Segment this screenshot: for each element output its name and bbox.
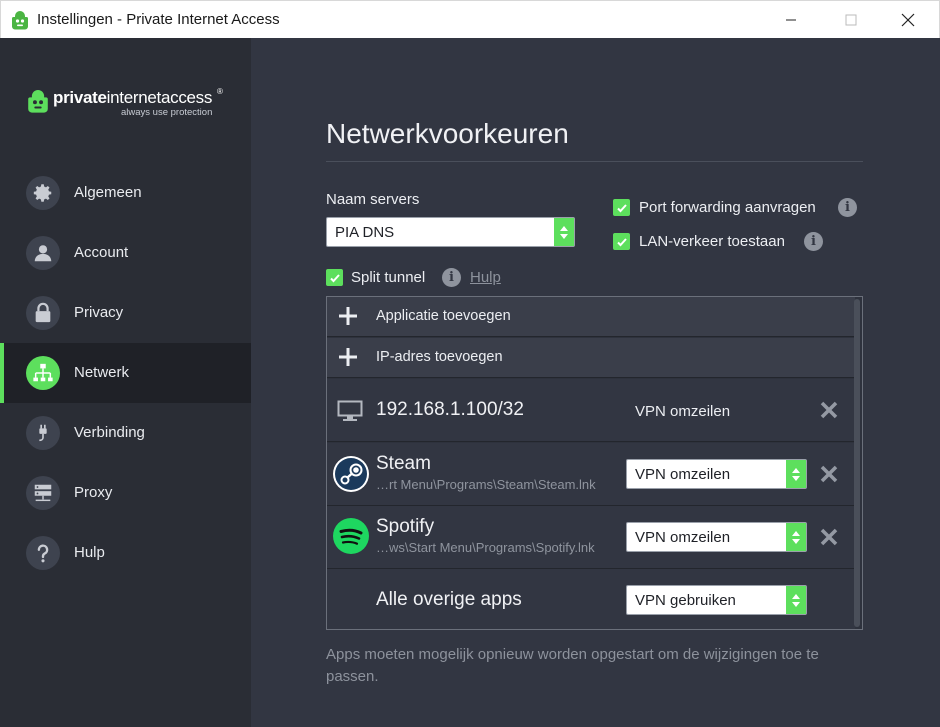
spinner-arrows-icon bbox=[786, 523, 806, 551]
spinner-arrows-icon bbox=[786, 460, 806, 488]
dns-servers-label: Naam servers bbox=[326, 191, 420, 208]
sidebar-item-label: Netwerk bbox=[74, 364, 130, 381]
server-icon bbox=[26, 476, 60, 510]
app-path: …rt Menu\Programs\Steam\Steam.lnk bbox=[376, 477, 596, 492]
remove-icon[interactable] bbox=[818, 399, 840, 421]
list-item-steam: Steam …rt Menu\Programs\Steam\Steam.lnk … bbox=[327, 443, 855, 506]
pia-app-icon bbox=[12, 11, 28, 30]
sidebar-item-label: Verbinding bbox=[74, 424, 145, 441]
maximize-button[interactable] bbox=[828, 1, 874, 39]
ip-route-mode: VPN omzeilen bbox=[635, 403, 731, 420]
sidebar-item-label: Hulp bbox=[74, 544, 105, 561]
title-divider bbox=[326, 161, 863, 162]
info-icon[interactable]: i bbox=[442, 268, 461, 287]
ip-address: 192.168.1.100/32 bbox=[376, 399, 524, 420]
spinner-arrows-icon bbox=[786, 586, 806, 614]
split-tunnel-list: Applicatie toevoegen IP-adres toevoegen … bbox=[326, 296, 863, 630]
sidebar-item-account[interactable]: Account bbox=[0, 223, 251, 283]
window-title: Instellingen - Private Internet Access bbox=[37, 11, 280, 28]
add-ip-label: IP-adres toevoegen bbox=[376, 349, 503, 365]
sidebar-item-hulp[interactable]: Hulp bbox=[0, 523, 251, 583]
brand-name-bold: private bbox=[53, 88, 107, 107]
plus-icon bbox=[339, 307, 357, 325]
spinner-arrows-icon bbox=[554, 218, 574, 246]
remove-icon[interactable] bbox=[818, 526, 840, 548]
remove-icon[interactable] bbox=[818, 463, 840, 485]
sidebar-item-label: Account bbox=[74, 244, 129, 261]
info-icon[interactable]: i bbox=[838, 198, 857, 217]
route-mode-value: VPN omzeilen bbox=[635, 529, 731, 546]
network-icon bbox=[26, 356, 60, 390]
brand-registered-mark: ® bbox=[217, 87, 223, 96]
gear-icon bbox=[26, 176, 60, 210]
lan-traffic-label: LAN-verkeer toestaan bbox=[639, 233, 785, 250]
add-application-button[interactable]: Applicatie toevoegen bbox=[327, 297, 855, 337]
sidebar: privateinternetaccess ® always use prote… bbox=[0, 38, 251, 727]
list-item-other-apps: Alle overige apps VPN gebruiken bbox=[327, 569, 855, 629]
close-button[interactable] bbox=[885, 1, 931, 39]
sidebar-item-label: Algemeen bbox=[74, 184, 142, 201]
help-link[interactable]: Hulp bbox=[470, 269, 501, 286]
route-mode-value: VPN gebruiken bbox=[635, 592, 736, 609]
list-item-spotify: Spotify …ws\Start Menu\Programs\Spotify.… bbox=[327, 506, 855, 569]
main-panel: Netwerkvoorkeuren Naam servers PIA DNS P… bbox=[251, 38, 940, 727]
dns-server-value: PIA DNS bbox=[335, 224, 395, 241]
question-icon bbox=[26, 536, 60, 570]
port-forwarding-label: Port forwarding aanvragen bbox=[639, 199, 816, 216]
split-tunnel-checkbox[interactable] bbox=[326, 269, 343, 286]
sidebar-item-privacy[interactable]: Privacy bbox=[0, 283, 251, 343]
split-tunnel-label: Split tunnel bbox=[351, 269, 426, 286]
brand-logo: privateinternetaccess ® always use prote… bbox=[27, 86, 227, 120]
add-application-label: Applicatie toevoegen bbox=[376, 308, 511, 324]
app-name: Spotify bbox=[376, 516, 435, 537]
spotify-icon bbox=[333, 518, 369, 554]
route-mode-value: VPN omzeilen bbox=[635, 466, 731, 483]
restart-apps-note: Apps moeten mogelijk opnieuw worden opge… bbox=[326, 646, 819, 685]
app-name: Steam bbox=[376, 453, 431, 474]
checkmark-icon bbox=[616, 237, 627, 246]
sidebar-item-netwerk[interactable]: Netwerk bbox=[0, 343, 251, 403]
info-icon[interactable]: i bbox=[804, 232, 823, 251]
maximize-icon bbox=[845, 14, 857, 26]
plus-icon bbox=[339, 348, 357, 366]
close-icon bbox=[901, 13, 915, 27]
sidebar-item-label: Proxy bbox=[74, 484, 113, 501]
other-apps-route-select[interactable]: VPN gebruiken bbox=[626, 585, 807, 615]
sidebar-item-algemeen[interactable]: Algemeen bbox=[0, 163, 251, 223]
monitor-icon bbox=[337, 400, 363, 421]
port-forwarding-checkbox[interactable] bbox=[613, 199, 630, 216]
other-apps-label: Alle overige apps bbox=[376, 589, 522, 610]
pia-logo-icon bbox=[28, 90, 48, 113]
app-path: …ws\Start Menu\Programs\Spotify.lnk bbox=[376, 540, 595, 555]
page-title: Netwerkvoorkeuren bbox=[326, 118, 569, 149]
brand-name-thin: internetaccess bbox=[106, 88, 213, 107]
lock-icon bbox=[26, 296, 60, 330]
sidebar-item-label: Privacy bbox=[74, 304, 124, 321]
steam-icon bbox=[333, 456, 369, 492]
checkmark-icon bbox=[616, 203, 627, 212]
spotify-route-select[interactable]: VPN omzeilen bbox=[626, 522, 807, 552]
sidebar-item-verbinding[interactable]: Verbinding bbox=[0, 403, 251, 463]
list-item-ip: 192.168.1.100/32 VPN omzeilen bbox=[327, 379, 855, 442]
minimize-icon bbox=[786, 19, 796, 21]
lan-traffic-checkbox[interactable] bbox=[613, 233, 630, 250]
title-bar: Instellingen - Private Internet Access bbox=[0, 0, 940, 38]
checkmark-icon bbox=[329, 273, 340, 282]
brand-tagline: always use protection bbox=[121, 107, 213, 118]
sidebar-item-proxy[interactable]: Proxy bbox=[0, 463, 251, 523]
plug-icon bbox=[26, 416, 60, 450]
steam-route-select[interactable]: VPN omzeilen bbox=[626, 459, 807, 489]
add-ip-button[interactable]: IP-adres toevoegen bbox=[327, 338, 855, 378]
brand-name: privateinternetaccess bbox=[53, 88, 212, 108]
user-icon bbox=[26, 236, 60, 270]
minimize-button[interactable] bbox=[768, 1, 814, 39]
list-scrollbar[interactable] bbox=[854, 299, 860, 627]
dns-server-select[interactable]: PIA DNS bbox=[326, 217, 575, 247]
